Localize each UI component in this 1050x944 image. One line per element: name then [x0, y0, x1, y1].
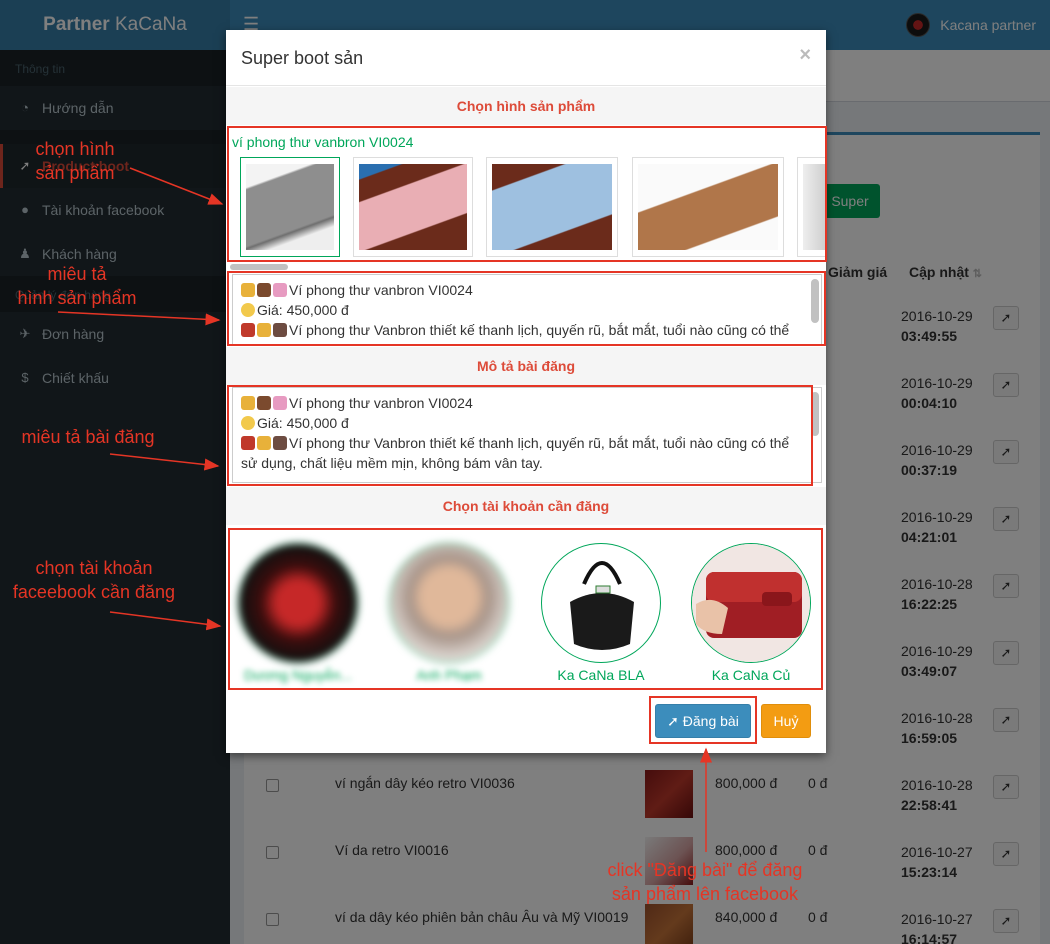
annotation-choose-image: chọn hình sản phẩm	[35, 139, 115, 183]
annotation-image-desc: miêu tả hình sản phẩm	[17, 264, 137, 308]
annotation-choose-account: chọn tài khoản faceebook cần đăng	[12, 558, 176, 602]
annotation-post-desc: miêu tả bài đăng	[21, 427, 155, 447]
annotation-arrows	[57, 167, 712, 852]
annotation-click-post: click "Đăng bài" để đăng sản phẩm lên fa…	[607, 860, 803, 904]
